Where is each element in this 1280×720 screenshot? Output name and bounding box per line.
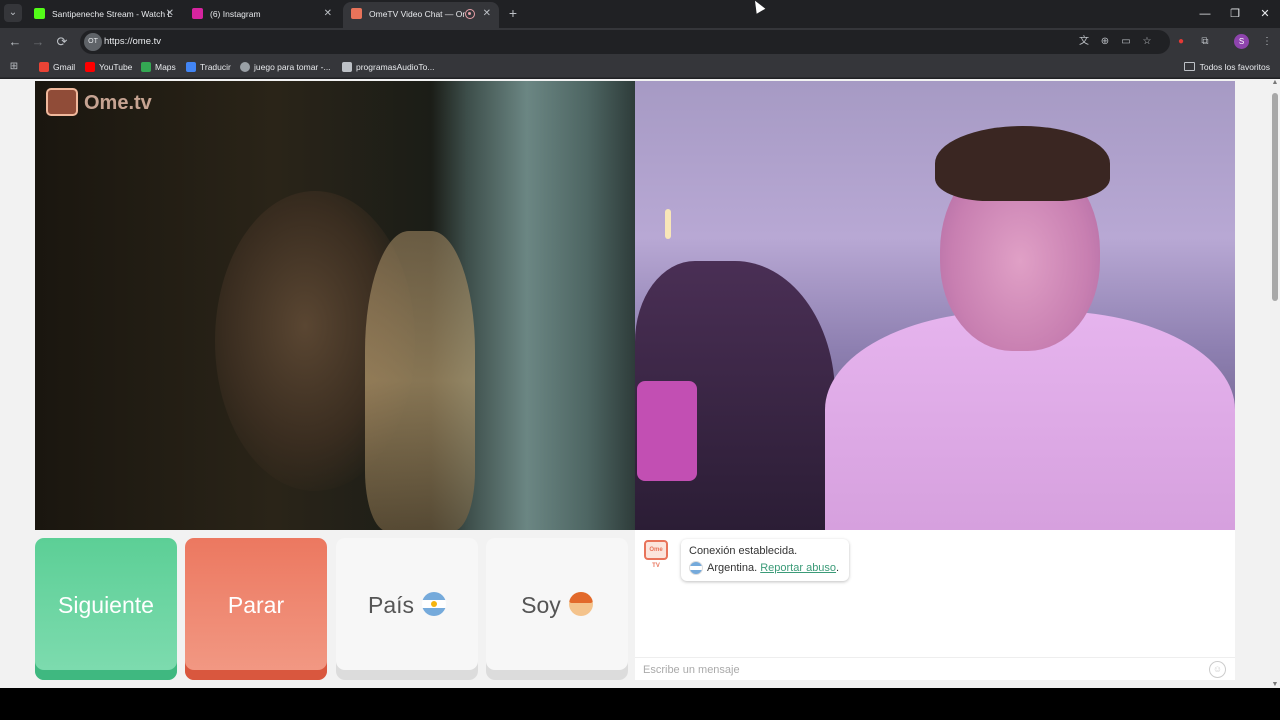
install-app-icon[interactable]: ▭ bbox=[1118, 34, 1134, 50]
address-bar[interactable]: OT https://ome.tv 文 ⊕ ▭ ☆ bbox=[80, 30, 1170, 54]
message-input[interactable] bbox=[643, 660, 1203, 680]
argentina-flag-icon bbox=[422, 591, 447, 616]
new-tab-button[interactable]: + bbox=[505, 4, 521, 22]
bookmark-youtube[interactable]: YouTube bbox=[85, 56, 132, 78]
connection-status: Conexión establecida. bbox=[689, 545, 798, 557]
bookmark-juego[interactable]: juego para tomar -... bbox=[240, 56, 331, 78]
page-content: Ome.tv Siguiente Parar País Soy Ome TV C… bbox=[0, 79, 1270, 688]
menu-kebab-icon[interactable]: ⋮ bbox=[1259, 34, 1275, 50]
hair-highlight bbox=[365, 231, 475, 530]
bookmark-traducir[interactable]: Traducir bbox=[186, 56, 231, 78]
scrollbar-thumb[interactable] bbox=[1272, 93, 1278, 301]
partner-country: Argentina. bbox=[707, 562, 758, 574]
bookmark-gmail[interactable]: Gmail bbox=[39, 56, 75, 78]
next-button[interactable]: Siguiente bbox=[35, 538, 177, 680]
minimize-button[interactable]: — bbox=[1190, 0, 1220, 28]
back-button[interactable]: ← bbox=[5, 32, 25, 52]
message-input-bar: ☺ bbox=[635, 657, 1235, 680]
gender-button[interactable]: Soy bbox=[486, 538, 628, 680]
tab-kick[interactable]: Santipeneche Stream - Watch L ✕ bbox=[26, 2, 182, 26]
bookmark-star-icon[interactable]: ☆ bbox=[1139, 34, 1155, 50]
instagram-favicon-icon bbox=[192, 8, 203, 19]
close-tab-icon[interactable]: ✕ bbox=[166, 2, 174, 26]
maps-icon bbox=[141, 62, 151, 72]
translate-icon[interactable]: 文 bbox=[1076, 34, 1092, 50]
stop-button[interactable]: Parar bbox=[185, 538, 327, 680]
restore-button[interactable]: ❐ bbox=[1220, 0, 1250, 28]
remote-video bbox=[635, 81, 1235, 530]
recording-icon bbox=[465, 9, 475, 19]
page-scrollbar[interactable]: ▲ ▼ bbox=[1270, 79, 1280, 688]
tab-title: Santipeneche Stream - Watch L bbox=[52, 9, 173, 19]
url-text[interactable]: https://ome.tv bbox=[104, 30, 161, 54]
profile-avatar[interactable]: S bbox=[1234, 34, 1249, 49]
close-window-button[interactable]: ✕ bbox=[1250, 0, 1280, 28]
apps-grid-icon[interactable]: ⊞ bbox=[6, 59, 22, 75]
browser-window: ⌄ Santipeneche Stream - Watch L ✕ (6) In… bbox=[0, 0, 1280, 688]
youtube-icon bbox=[85, 62, 95, 72]
scroll-down-icon[interactable]: ▼ bbox=[1270, 681, 1280, 688]
forward-button[interactable]: → bbox=[28, 32, 48, 52]
chat-panel: Ome TV Conexión establecida. Argentina. … bbox=[635, 530, 1235, 680]
report-abuse-link[interactable]: Reportar abuso bbox=[760, 562, 836, 574]
toolbar: ← → ⟳ OT https://ome.tv 文 ⊕ ▭ ☆ ● ⧉ S ⋮ bbox=[0, 28, 1280, 56]
tab-ometv[interactable]: OmeTV Video Chat — Ome ✕ bbox=[343, 2, 499, 28]
kick-favicon-icon bbox=[34, 8, 45, 19]
tab-title: (6) Instagram bbox=[210, 9, 261, 19]
google-icon bbox=[240, 62, 250, 72]
gmail-icon bbox=[39, 62, 49, 72]
tab-instagram[interactable]: (6) Instagram ✕ bbox=[184, 2, 340, 26]
argentina-flag-icon bbox=[689, 561, 703, 576]
system-message-bubble: Conexión establecida. Argentina. Reporta… bbox=[681, 539, 849, 581]
tab-search-button[interactable]: ⌄ bbox=[4, 4, 22, 22]
folder-icon bbox=[1183, 62, 1195, 71]
zoom-icon[interactable]: ⊕ bbox=[1097, 34, 1113, 50]
emoji-icon[interactable]: ☺ bbox=[1209, 661, 1226, 678]
tab-strip: ⌄ Santipeneche Stream - Watch L ✕ (6) In… bbox=[0, 0, 1280, 28]
tv-icon bbox=[46, 88, 78, 116]
reload-button[interactable]: ⟳ bbox=[52, 32, 72, 52]
close-tab-icon[interactable]: ✕ bbox=[324, 2, 332, 26]
scroll-up-icon[interactable]: ▲ bbox=[1270, 79, 1280, 86]
close-tab-icon[interactable]: ✕ bbox=[483, 2, 491, 26]
bookmark-maps[interactable]: Maps bbox=[141, 56, 176, 78]
tumbler-cup bbox=[637, 381, 697, 481]
tab-title: OmeTV Video Chat — Ome bbox=[369, 9, 465, 19]
ometv-favicon-icon bbox=[351, 8, 362, 19]
candle-light bbox=[665, 209, 671, 239]
boy-emoji-icon bbox=[568, 591, 593, 616]
extension-icon[interactable]: ● bbox=[1173, 34, 1189, 50]
ometv-chat-logo-icon: Ome TV bbox=[644, 540, 668, 569]
hair-shape bbox=[935, 126, 1110, 201]
local-video: Ome.tv bbox=[35, 81, 635, 530]
translate-bookmark-icon bbox=[186, 62, 196, 72]
page-icon bbox=[342, 62, 352, 72]
country-button[interactable]: País bbox=[336, 538, 478, 680]
bookmark-programas[interactable]: programasAudioTo... bbox=[342, 56, 434, 78]
all-bookmarks[interactable]: Todos los favoritos bbox=[1183, 56, 1270, 78]
bookmarks-bar: ⊞ Gmail YouTube Maps Traducir juego para… bbox=[0, 56, 1280, 78]
site-info-icon[interactable]: OT bbox=[84, 33, 102, 51]
extensions-puzzle-icon[interactable]: ⧉ bbox=[1197, 34, 1213, 50]
